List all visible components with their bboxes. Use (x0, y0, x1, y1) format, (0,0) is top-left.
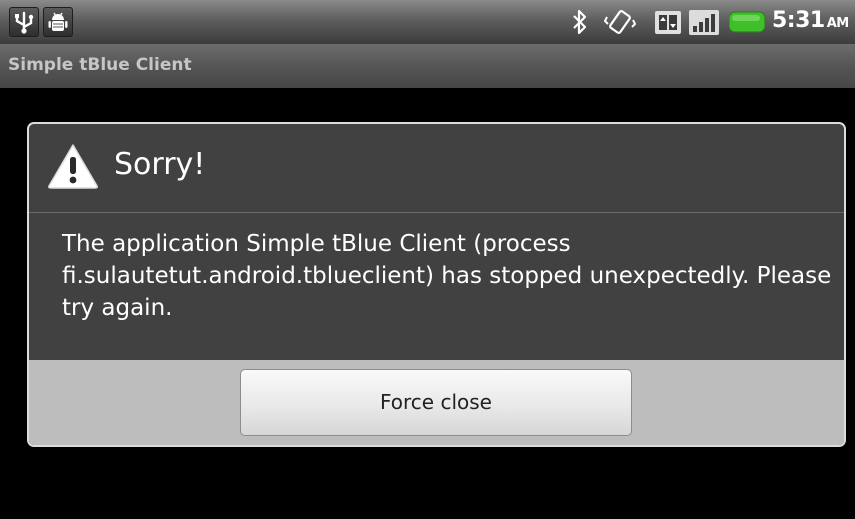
clock: 5:31 AM (772, 8, 849, 33)
app-title-bar: Simple tBlue Client (0, 44, 855, 88)
app-title: Simple tBlue Client (8, 55, 192, 75)
vibrate-icon (603, 8, 637, 36)
signal-icon (689, 8, 719, 36)
status-bar: 5:31 AM (0, 0, 855, 44)
android-debug-icon (43, 7, 73, 37)
force-close-dialog: Sorry! The application Simple tBlue Clie… (27, 122, 846, 447)
android-screen: 5:31 AM Simple tBlue Client Sorry! The ap… (0, 0, 855, 519)
clock-ampm: AM (826, 16, 850, 31)
usb-icon (9, 7, 39, 37)
warning-icon (47, 143, 99, 189)
dialog-header: Sorry! (29, 124, 844, 213)
data-transfer-icon (653, 8, 683, 36)
clock-time: 5:31 (772, 8, 825, 33)
dialog-message: The application Simple tBlue Client (pro… (62, 231, 832, 321)
dialog-button-bar: Force close (29, 360, 844, 445)
force-close-button[interactable]: Force close (240, 369, 632, 436)
battery-icon (728, 8, 767, 36)
bluetooth-icon (571, 8, 589, 36)
dialog-title: Sorry! (114, 147, 206, 182)
